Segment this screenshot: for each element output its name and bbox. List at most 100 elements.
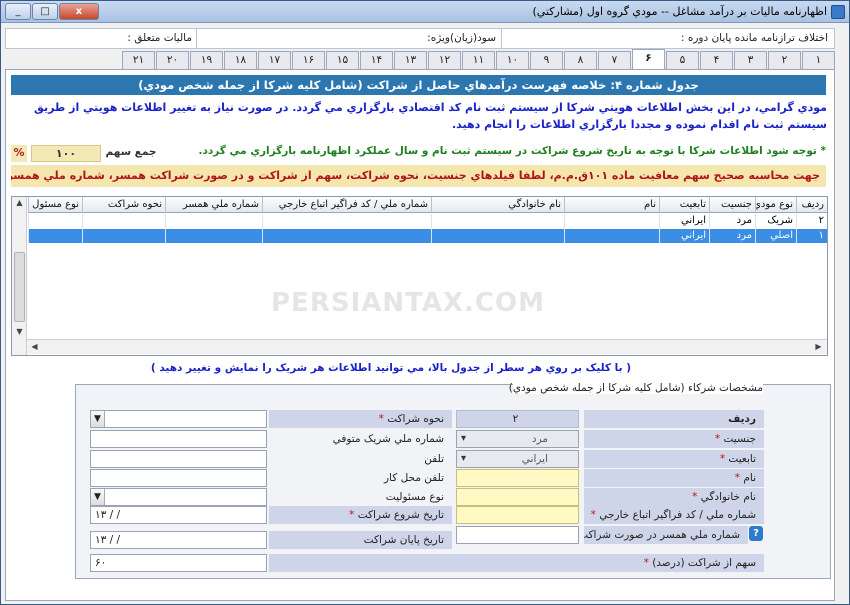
- dropdown-arrow-icon[interactable]: ▼: [91, 411, 105, 427]
- cell-national-id: [262, 229, 431, 243]
- tab-5[interactable]: ۵: [666, 51, 699, 69]
- national-id-label-text: شماره ملي / کد فراگير اتباع خارجي: [599, 509, 756, 521]
- tab-17[interactable]: ۱۷: [258, 51, 291, 69]
- tab-19[interactable]: ۱۹: [190, 51, 223, 69]
- tab-8[interactable]: ۸: [564, 51, 597, 69]
- spouse-id-input[interactable]: [456, 526, 579, 544]
- cell-row-no: ۲: [796, 214, 827, 228]
- share-sum-label: جمع سهم: [105, 146, 157, 158]
- scroll-right-icon[interactable]: ▶: [811, 342, 826, 351]
- load-notice: * توجه شود اطلاعات شرکا با توجه به تاريخ…: [198, 145, 826, 157]
- horizontal-scrollbar[interactable]: ◀ ▶: [27, 339, 827, 354]
- tab-18[interactable]: ۱۸: [224, 51, 257, 69]
- tab-7[interactable]: ۷: [598, 51, 631, 69]
- tab-3[interactable]: ۳: [734, 51, 767, 69]
- tab-11[interactable]: ۱۱: [462, 51, 495, 69]
- work-phone-input[interactable]: [90, 469, 267, 487]
- dropdown-arrow-icon[interactable]: ▼: [91, 489, 105, 505]
- required-mark: *: [692, 491, 698, 503]
- phone-input[interactable]: [90, 450, 267, 468]
- divider: [196, 29, 197, 48]
- col-header-spouse-id[interactable]: شماره ملي همسر: [165, 197, 262, 213]
- start-date-label: تاريخ شروع شراکت *: [269, 506, 452, 524]
- close-button[interactable]: x: [59, 3, 99, 20]
- tab-10[interactable]: ۱۰: [496, 51, 529, 69]
- percent-sign: %: [11, 145, 27, 162]
- row-label-text: رديف: [728, 413, 756, 425]
- share-percent-label-text: سهم از شراکت (درصد): [652, 557, 756, 569]
- tab-21[interactable]: ۲۱: [122, 51, 155, 69]
- scroll-left-icon[interactable]: ◀: [27, 342, 42, 351]
- required-mark: *: [734, 472, 741, 484]
- cell-first-name: [564, 214, 659, 228]
- table-row[interactable]: ۲ شريک مرد ايراني: [28, 214, 827, 228]
- responsibility-label: نوع مسئوليت: [385, 491, 444, 503]
- cell-national-id: [262, 214, 431, 228]
- tab-1[interactable]: ۱: [802, 51, 835, 69]
- cell-nationality: ايراني: [659, 229, 709, 243]
- col-header-payer-type[interactable]: نوع مودي: [755, 197, 796, 213]
- family-input[interactable]: [456, 488, 579, 506]
- start-date-input[interactable]: ۱۳ / /: [90, 506, 267, 524]
- vertical-scrollbar[interactable]: ▲ ▼: [12, 197, 27, 355]
- responsibility-select[interactable]: ▼: [90, 488, 267, 506]
- name-label: نام *: [584, 469, 764, 487]
- tab-20[interactable]: ۲۰: [156, 51, 189, 69]
- tab-16[interactable]: ۱۶: [292, 51, 325, 69]
- col-header-nationality[interactable]: تابعيت: [659, 197, 709, 213]
- tab-12[interactable]: ۱۲: [428, 51, 461, 69]
- col-header-national-id[interactable]: شماره ملي / کد فراگير اتباع خارجي: [262, 197, 431, 213]
- tab-2[interactable]: ۲: [768, 51, 801, 69]
- tab-6[interactable]: ۶: [632, 49, 665, 69]
- cell-nationality: ايراني: [659, 214, 709, 228]
- col-header-row-no[interactable]: رديف: [796, 197, 827, 213]
- deceased-id-label: شماره ملي شريک متوفي: [332, 433, 444, 445]
- col-header-first-name[interactable]: نام: [564, 197, 659, 213]
- exemption-notice: جهت محاسبه صحيح سهم معافيت ماده ۱۰۱ق.م.م…: [11, 165, 826, 187]
- deceased-id-input[interactable]: [90, 430, 267, 448]
- summary-bar: اختلاف ترازنامه مانده پايان دوره : سود(ز…: [5, 28, 835, 49]
- col-header-last-name[interactable]: نام خانوادگي: [431, 197, 564, 213]
- share-percent-input[interactable]: ۶۰: [90, 554, 267, 572]
- required-mark: *: [378, 413, 384, 425]
- required-mark: *: [643, 557, 649, 569]
- partnership-type-select[interactable]: ▼: [90, 410, 267, 428]
- tab-15[interactable]: ۱۵: [326, 51, 359, 69]
- cell-responsibility: [28, 229, 82, 243]
- maximize-button[interactable]: □: [32, 3, 58, 20]
- cell-row-no: ۱: [796, 229, 827, 243]
- help-icon[interactable]: ?: [749, 526, 763, 541]
- col-header-partnership-type[interactable]: نحوه شراکت: [82, 197, 165, 213]
- cell-payer-type: شريک: [755, 214, 796, 228]
- minimize-button[interactable]: _: [5, 3, 31, 20]
- end-date-input[interactable]: ۱۳ / /: [90, 531, 267, 549]
- table-row-selected[interactable]: ۱ اصلي مرد ايراني: [28, 229, 827, 243]
- scroll-up-icon[interactable]: ▲: [12, 198, 27, 207]
- tab-4[interactable]: ۴: [700, 51, 733, 69]
- gender-select[interactable]: مرد: [456, 430, 579, 448]
- start-date-label-text: تاريخ شروع شراکت: [357, 509, 444, 521]
- scroll-thumb[interactable]: [14, 252, 25, 322]
- tab-14[interactable]: ۱۴: [360, 51, 393, 69]
- grid-hint: ( با کليک بر روي هر سطر از جدول بالا، مي…: [150, 362, 631, 374]
- partners-grid: ▲ ▼ ◀ ▶ رديف نوع مودي جنسيت تابعيت نام ن…: [11, 196, 828, 356]
- main-window: اظهارنامه ماليات بر درآمد مشاغل -- مودي …: [0, 0, 850, 605]
- tab-13[interactable]: ۱۳: [394, 51, 427, 69]
- tab-9[interactable]: ۹: [530, 51, 563, 69]
- window-title: اظهارنامه ماليات بر درآمد مشاغل -- مودي …: [532, 5, 827, 18]
- required-mark: *: [590, 509, 596, 521]
- national-id-input[interactable]: [456, 506, 579, 524]
- work-phone-label: تلفن محل کار: [383, 472, 444, 484]
- cell-payer-type: اصلي: [755, 229, 796, 243]
- family-label: نام خانوادگي *: [584, 488, 764, 506]
- nationality-select[interactable]: ايراني: [456, 450, 579, 468]
- title-bar: اظهارنامه ماليات بر درآمد مشاغل -- مودي …: [1, 1, 849, 23]
- net-profit-label: سود(زيان)ويژه:: [427, 32, 496, 44]
- family-label-text: نام خانوادگي: [700, 491, 756, 503]
- col-header-responsibility[interactable]: نوع مسئول: [28, 197, 82, 213]
- name-input[interactable]: [456, 469, 579, 487]
- share-percent-label: سهم از شراکت (درصد) *: [269, 554, 764, 572]
- nationality-label-text: تابعيت: [728, 453, 756, 465]
- scroll-down-icon[interactable]: ▼: [12, 327, 27, 336]
- col-header-gender[interactable]: جنسيت: [709, 197, 755, 213]
